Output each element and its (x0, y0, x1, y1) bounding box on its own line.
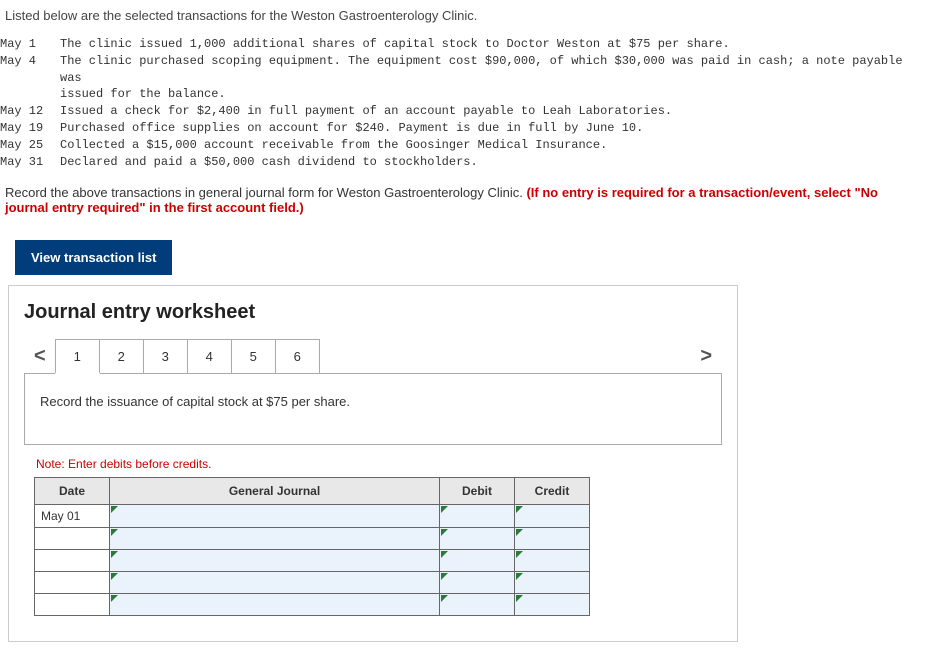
debit-input[interactable] (440, 594, 515, 616)
txn-date: May 19 (0, 120, 60, 137)
dropdown-indicator-icon (441, 529, 448, 536)
tab-row: < 1 2 3 4 5 6 > (24, 339, 722, 374)
view-transaction-list-button[interactable]: View transaction list (15, 240, 172, 275)
account-select[interactable] (110, 550, 440, 572)
debits-before-credits-note: Note: Enter debits before credits. (24, 457, 722, 477)
instructions: Record the above transactions in general… (0, 180, 925, 230)
credit-input[interactable] (515, 528, 590, 550)
cell-date-empty (35, 594, 110, 616)
txn-desc: Issued a check for $2,400 in full paymen… (60, 103, 920, 120)
transactions-list: May 1 The clinic issued 1,000 additional… (0, 31, 925, 180)
account-select[interactable] (110, 594, 440, 616)
txn-desc: Declared and paid a $50,000 cash dividen… (60, 154, 920, 171)
prev-arrow-icon[interactable]: < (24, 345, 56, 368)
dropdown-indicator-icon (516, 506, 523, 513)
col-header-debit: Debit (440, 478, 515, 505)
txn-date: May 1 (0, 36, 60, 53)
dropdown-indicator-icon (111, 506, 118, 513)
account-select[interactable] (110, 572, 440, 594)
col-header-date: Date (35, 478, 110, 505)
credit-input[interactable] (515, 594, 590, 616)
txn-row: May 4 The clinic purchased scoping equip… (0, 53, 920, 87)
dropdown-indicator-icon (111, 573, 118, 580)
txn-desc: Collected a $15,000 account receivable f… (60, 137, 920, 154)
dropdown-indicator-icon (441, 506, 448, 513)
tab-2[interactable]: 2 (99, 339, 144, 374)
journal-entry-table: Date General Journal Debit Credit May 01 (34, 477, 590, 616)
tab-5[interactable]: 5 (231, 339, 276, 374)
dropdown-indicator-icon (441, 573, 448, 580)
credit-input[interactable] (515, 572, 590, 594)
txn-row: May 1 The clinic issued 1,000 additional… (0, 36, 920, 53)
entry-instruction: Record the issuance of capital stock at … (25, 374, 721, 444)
col-header-credit: Credit (515, 478, 590, 505)
dropdown-indicator-icon (516, 595, 523, 602)
credit-input[interactable] (515, 505, 590, 528)
account-select[interactable] (110, 528, 440, 550)
dropdown-indicator-icon (441, 551, 448, 558)
instructions-main: Record the above transactions in general… (5, 185, 526, 200)
cell-date-empty (35, 572, 110, 594)
dropdown-indicator-icon (516, 551, 523, 558)
dropdown-indicator-icon (441, 595, 448, 602)
tab-6[interactable]: 6 (275, 339, 320, 374)
debit-input[interactable] (440, 550, 515, 572)
dropdown-indicator-icon (111, 529, 118, 536)
dropdown-indicator-icon (516, 573, 523, 580)
txn-date: May 4 (0, 53, 60, 87)
txn-desc: The clinic purchased scoping equipment. … (60, 53, 920, 87)
tab-content: Record the issuance of capital stock at … (24, 373, 722, 445)
account-select[interactable] (110, 505, 440, 528)
next-arrow-icon[interactable]: > (690, 345, 722, 368)
txn-row: May 31 Declared and paid a $50,000 cash … (0, 154, 920, 171)
tab-3[interactable]: 3 (143, 339, 188, 374)
txn-date: May 25 (0, 137, 60, 154)
txn-date: May 12 (0, 103, 60, 120)
dropdown-indicator-icon (111, 551, 118, 558)
txn-row-cont: issued for the balance. (0, 86, 920, 103)
cell-date: May 01 (35, 505, 110, 528)
worksheet-title: Journal entry worksheet (24, 301, 722, 324)
cell-date-empty (35, 528, 110, 550)
dropdown-indicator-icon (111, 595, 118, 602)
debit-input[interactable] (440, 528, 515, 550)
txn-row: May 12 Issued a check for $2,400 in full… (0, 103, 920, 120)
credit-input[interactable] (515, 550, 590, 572)
txn-desc-cont: issued for the balance. (0, 86, 226, 103)
intro-text: Listed below are the selected transactio… (0, 0, 925, 31)
cell-date-empty (35, 550, 110, 572)
journal-worksheet: Journal entry worksheet < 1 2 3 4 5 6 > … (8, 285, 738, 642)
tab-4[interactable]: 4 (187, 339, 232, 374)
debit-input[interactable] (440, 572, 515, 594)
txn-desc: Purchased office supplies on account for… (60, 120, 920, 137)
dropdown-indicator-icon (516, 529, 523, 536)
tab-1[interactable]: 1 (55, 339, 100, 374)
txn-row: May 25 Collected a $15,000 account recei… (0, 137, 920, 154)
txn-row: May 19 Purchased office supplies on acco… (0, 120, 920, 137)
debit-input[interactable] (440, 505, 515, 528)
col-header-general-journal: General Journal (110, 478, 440, 505)
txn-date: May 31 (0, 154, 60, 171)
txn-desc: The clinic issued 1,000 additional share… (60, 36, 920, 53)
